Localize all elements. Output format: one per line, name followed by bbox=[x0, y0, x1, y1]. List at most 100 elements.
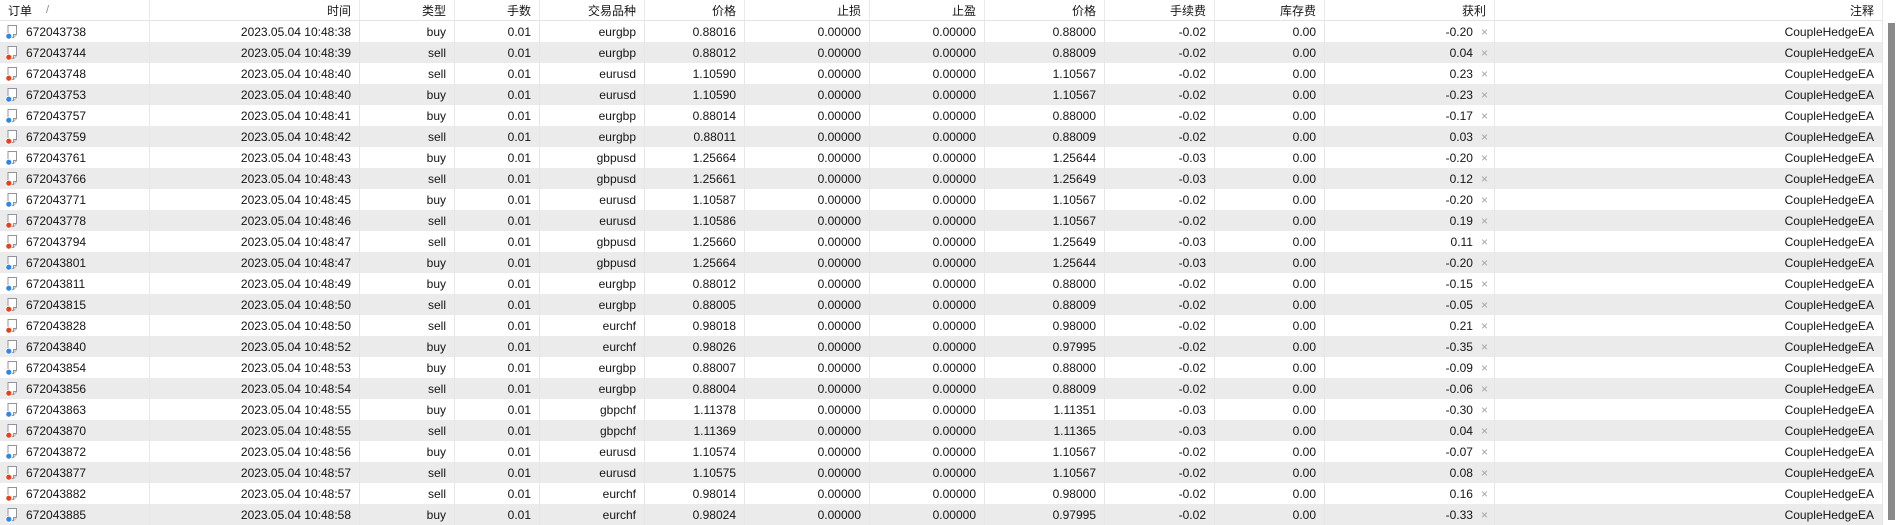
cell-comment: CoupleHedgeEA bbox=[1495, 168, 1883, 189]
table-row[interactable]: 672043738 2023.05.04 10:48:38 buy 0.01 eurgb… bbox=[0, 21, 1883, 42]
table-row[interactable]: 672043761 2023.05.04 10:48:43 buy 0.01 gbpus… bbox=[0, 147, 1883, 168]
column-header-order[interactable]: 订单 / bbox=[0, 0, 150, 20]
table-row[interactable]: 672043744 2023.05.04 10:48:39 sell 0.01 eurg… bbox=[0, 42, 1883, 63]
table-row[interactable]: 672043863 2023.05.04 10:48:55 buy 0.01 gbpch… bbox=[0, 399, 1883, 420]
close-order-icon[interactable]: × bbox=[1481, 131, 1488, 143]
close-order-icon[interactable]: × bbox=[1481, 362, 1488, 374]
cell-time: 2023.05.04 10:48:39 bbox=[150, 42, 360, 63]
close-order-icon[interactable]: × bbox=[1481, 404, 1488, 416]
price-value: 0.88014 bbox=[692, 108, 736, 123]
close-order-icon[interactable]: × bbox=[1481, 299, 1488, 311]
close-order-icon[interactable]: × bbox=[1481, 257, 1488, 269]
table-row[interactable]: 672043870 2023.05.04 10:48:55 sell 0.01 gbpc… bbox=[0, 420, 1883, 441]
close-order-icon[interactable]: × bbox=[1481, 320, 1488, 332]
cell-profit: 0.11 × bbox=[1325, 231, 1495, 252]
table-row[interactable]: 672043872 2023.05.04 10:48:56 buy 0.01 eurus… bbox=[0, 441, 1883, 462]
close-order-icon[interactable]: × bbox=[1481, 47, 1488, 59]
close_price-value: 0.88009 bbox=[1052, 297, 1096, 312]
table-row[interactable]: 672043811 2023.05.04 10:48:49 buy 0.01 eurgb… bbox=[0, 273, 1883, 294]
symbol-value: eurusd bbox=[599, 192, 636, 207]
table-row[interactable]: 672043753 2023.05.04 10:48:40 buy 0.01 eurus… bbox=[0, 84, 1883, 105]
close-order-icon[interactable]: × bbox=[1481, 68, 1488, 80]
close-order-icon[interactable]: × bbox=[1481, 509, 1488, 521]
column-header-comment[interactable]: 注释 bbox=[1495, 0, 1883, 20]
cell-profit: -0.07 × bbox=[1325, 441, 1495, 462]
close-order-icon[interactable]: × bbox=[1481, 383, 1488, 395]
table-row[interactable]: 672043882 2023.05.04 10:48:57 sell 0.01 eurc… bbox=[0, 483, 1883, 504]
close-order-icon[interactable]: × bbox=[1481, 26, 1488, 38]
commission-value: -0.02 bbox=[1178, 465, 1206, 480]
scrollbar-thumb[interactable] bbox=[1888, 23, 1895, 520]
sl-value: 0.00000 bbox=[817, 486, 861, 501]
price-value: 1.10574 bbox=[692, 444, 736, 459]
sl-value: 0.00000 bbox=[817, 444, 861, 459]
cell-price: 1.10574 bbox=[645, 441, 745, 462]
column-header-symbol[interactable]: 交易品种 bbox=[540, 0, 645, 20]
table-row[interactable]: 672043856 2023.05.04 10:48:54 sell 0.01 eurg… bbox=[0, 378, 1883, 399]
table-row[interactable]: 672043840 2023.05.04 10:48:52 buy 0.01 eurch… bbox=[0, 336, 1883, 357]
order-document-buy-icon bbox=[5, 444, 19, 460]
table-row[interactable]: 672043828 2023.05.04 10:48:50 sell 0.01 eurc… bbox=[0, 315, 1883, 336]
cell-commission: -0.02 bbox=[1105, 357, 1215, 378]
close-order-icon[interactable]: × bbox=[1481, 89, 1488, 101]
profit-value: 0.04 bbox=[1449, 423, 1473, 438]
column-header-lots[interactable]: 手数 bbox=[455, 0, 540, 20]
table-row[interactable]: 672043771 2023.05.04 10:48:45 buy 0.01 eurus… bbox=[0, 189, 1883, 210]
cell-symbol: gbpusd bbox=[540, 168, 645, 189]
table-row[interactable]: 672043877 2023.05.04 10:48:57 sell 0.01 euru… bbox=[0, 462, 1883, 483]
column-header-price[interactable]: 价格 bbox=[645, 0, 745, 20]
close-order-icon[interactable]: × bbox=[1481, 446, 1488, 458]
sl-value: 0.00000 bbox=[817, 423, 861, 438]
close-order-icon[interactable]: × bbox=[1481, 194, 1488, 206]
column-header-swap[interactable]: 库存费 bbox=[1215, 0, 1325, 20]
table-row[interactable]: 672043748 2023.05.04 10:48:40 sell 0.01 euru… bbox=[0, 63, 1883, 84]
column-header-close_price[interactable]: 价格 bbox=[985, 0, 1105, 20]
close-order-icon[interactable]: × bbox=[1481, 488, 1488, 500]
close-order-icon[interactable]: × bbox=[1481, 341, 1488, 353]
commission-value: -0.03 bbox=[1178, 171, 1206, 186]
close-order-icon[interactable]: × bbox=[1481, 110, 1488, 122]
column-header-profit[interactable]: 获利 bbox=[1325, 0, 1495, 20]
close-order-icon[interactable]: × bbox=[1481, 467, 1488, 479]
cell-commission: -0.02 bbox=[1105, 126, 1215, 147]
close-order-icon[interactable]: × bbox=[1481, 236, 1488, 248]
table-row[interactable]: 672043766 2023.05.04 10:48:43 sell 0.01 gbpu… bbox=[0, 168, 1883, 189]
close-order-icon[interactable]: × bbox=[1481, 173, 1488, 185]
table-row[interactable]: 672043815 2023.05.04 10:48:50 sell 0.01 eurg… bbox=[0, 294, 1883, 315]
cell-order: 672043778 bbox=[0, 210, 150, 231]
lots-value: 0.01 bbox=[507, 87, 531, 102]
close-order-icon[interactable]: × bbox=[1481, 278, 1488, 290]
table-row[interactable]: 672043778 2023.05.04 10:48:46 sell 0.01 euru… bbox=[0, 210, 1883, 231]
table-row[interactable]: 672043794 2023.05.04 10:48:47 sell 0.01 gbpu… bbox=[0, 231, 1883, 252]
swap-value: 0.00 bbox=[1292, 192, 1316, 207]
sl-value: 0.00000 bbox=[817, 150, 861, 165]
cell-comment: CoupleHedgeEA bbox=[1495, 42, 1883, 63]
column-header-commission[interactable]: 手续费 bbox=[1105, 0, 1215, 20]
column-header-tp[interactable]: 止盈 bbox=[870, 0, 985, 20]
close_price-value: 0.88009 bbox=[1052, 129, 1096, 144]
order-document-buy-icon bbox=[5, 24, 19, 40]
cell-profit: -0.20 × bbox=[1325, 21, 1495, 42]
cell-lots: 0.01 bbox=[455, 168, 540, 189]
close-order-icon[interactable]: × bbox=[1481, 425, 1488, 437]
price-value: 1.10590 bbox=[692, 87, 736, 102]
column-header-time[interactable]: 时间 bbox=[150, 0, 360, 20]
cell-profit: -0.09 × bbox=[1325, 357, 1495, 378]
table-row[interactable]: 672043759 2023.05.04 10:48:42 sell 0.01 eurg… bbox=[0, 126, 1883, 147]
vertical-scrollbar[interactable] bbox=[1883, 0, 1900, 522]
column-header-type[interactable]: 类型 bbox=[360, 0, 455, 20]
table-row[interactable]: 672043757 2023.05.04 10:48:41 buy 0.01 eurgb… bbox=[0, 105, 1883, 126]
table-row[interactable]: 672043801 2023.05.04 10:48:47 buy 0.01 gbpus… bbox=[0, 252, 1883, 273]
column-header-sl[interactable]: 止损 bbox=[745, 0, 870, 20]
symbol-value: eurgbp bbox=[598, 381, 636, 396]
cell-swap: 0.00 bbox=[1215, 84, 1325, 105]
cell-tp: 0.00000 bbox=[870, 336, 985, 357]
close-order-icon[interactable]: × bbox=[1481, 215, 1488, 227]
commission-value: -0.02 bbox=[1178, 66, 1206, 81]
cell-lots: 0.01 bbox=[455, 84, 540, 105]
commission-value: -0.02 bbox=[1178, 24, 1206, 39]
close-order-icon[interactable]: × bbox=[1481, 152, 1488, 164]
table-row[interactable]: 672043854 2023.05.04 10:48:53 buy 0.01 eurgb… bbox=[0, 357, 1883, 378]
cell-type: sell bbox=[360, 210, 455, 231]
cell-sl: 0.00000 bbox=[745, 483, 870, 504]
